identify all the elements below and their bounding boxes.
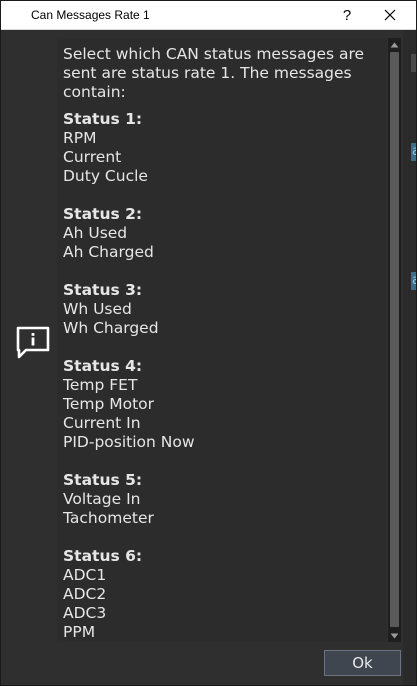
status-item: Temp FET	[63, 376, 138, 394]
status-heading: Status 4:	[63, 357, 143, 375]
status-item: Wh Used	[63, 300, 132, 318]
status-heading: Status 5:	[63, 471, 143, 489]
status-section-5: Status 5: Voltage In Tachometer	[63, 471, 383, 528]
scroll-up-arrow-icon[interactable]	[388, 38, 401, 51]
status-item: Tachometer	[63, 509, 154, 527]
background-glyph: a	[412, 144, 416, 159]
status-item: ADC1	[63, 566, 107, 584]
ok-button[interactable]: Ok	[324, 650, 401, 676]
intro-text: Select which CAN status messages are sen…	[63, 45, 365, 101]
status-section-2: Status 2: Ah Used Ah Charged	[63, 205, 383, 262]
status-heading: Status 3:	[63, 281, 143, 299]
close-icon	[384, 9, 396, 21]
vertical-scrollbar[interactable]	[388, 38, 401, 642]
status-item: PPM	[63, 623, 96, 641]
status-section-1: Status 1: RPM Current Duty Cucle	[63, 110, 383, 186]
background-tab	[411, 54, 416, 72]
status-item: Duty Cucle	[63, 167, 148, 185]
title-bar: Can Messages Rate 1 ?	[1, 1, 416, 30]
status-heading: Status 2:	[63, 205, 143, 223]
status-heading: Status 1:	[63, 110, 143, 128]
info-message-icon	[16, 326, 50, 359]
status-item: Current In	[63, 414, 141, 432]
status-item: RPM	[63, 129, 97, 147]
status-section-3: Status 3: Wh Used Wh Charged	[63, 281, 383, 338]
status-item: Temp Motor	[63, 395, 155, 413]
scroll-down-arrow-icon[interactable]	[388, 629, 401, 642]
status-item: ADC3	[63, 604, 107, 622]
status-item: ADC2	[63, 585, 107, 603]
background-window-edge: a a	[403, 30, 416, 685]
status-heading: Status 6:	[63, 547, 143, 565]
status-section-6: Status 6: ADC1 ADC2 ADC3 PPM	[63, 547, 383, 642]
status-item: PID-position Now	[63, 433, 195, 451]
dialog-window: Can Messages Rate 1 ? Select which CAN s…	[0, 0, 417, 686]
dialog-content: Select which CAN status messages are sen…	[1, 30, 416, 685]
status-item: Wh Charged	[63, 319, 159, 337]
message-text-area[interactable]: Select which CAN status messages are sen…	[57, 38, 387, 642]
close-button[interactable]	[368, 1, 412, 29]
status-item: Current	[63, 148, 122, 166]
status-section-4: Status 4: Temp FET Temp Motor Current In…	[63, 357, 383, 452]
help-button[interactable]: ?	[325, 1, 369, 29]
status-item: Ah Used	[63, 224, 128, 242]
status-item: Ah Charged	[63, 243, 154, 261]
status-item: Voltage In	[63, 490, 141, 508]
background-glyph: a	[412, 273, 416, 288]
window-title: Can Messages Rate 1	[31, 8, 150, 22]
scroll-thumb[interactable]	[390, 52, 399, 627]
